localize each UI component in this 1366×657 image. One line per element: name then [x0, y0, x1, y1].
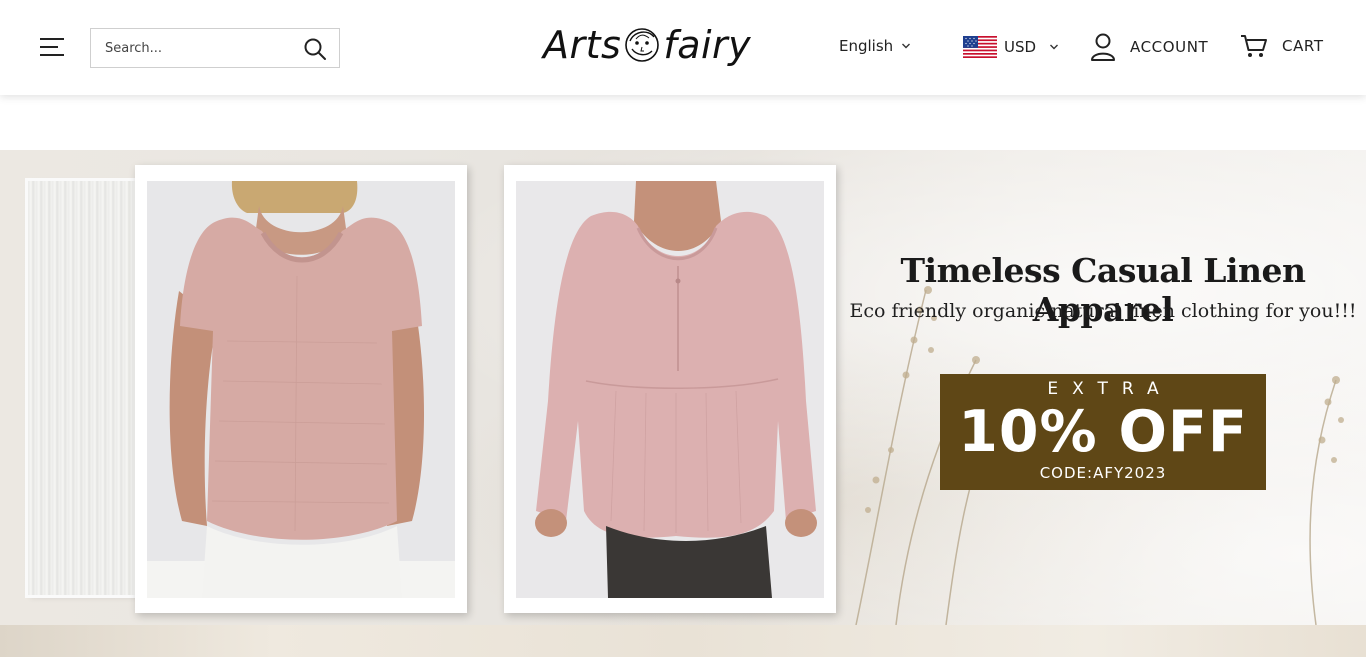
fairy-face-icon	[625, 28, 660, 62]
cart-icon	[1241, 35, 1267, 57]
product-image-short-sleeve-top[interactable]	[147, 181, 455, 598]
account-link[interactable]: ACCOUNT	[1090, 33, 1208, 61]
search-bar	[90, 28, 340, 68]
hero-banner[interactable]: Timeless Casual Linen Apparel Eco friend…	[0, 150, 1366, 625]
search-icon[interactable]	[303, 37, 327, 61]
user-icon	[1091, 33, 1115, 61]
account-label: ACCOUNT	[1130, 38, 1209, 56]
promo-discount: 10% OFF	[958, 399, 1248, 465]
currency-selector[interactable]: USD	[963, 36, 1059, 58]
hamburger-menu-icon[interactable]	[40, 38, 64, 58]
model-photo	[147, 181, 455, 598]
product-photo-frame	[504, 165, 836, 613]
site-header: Arts fairy English	[0, 0, 1366, 95]
product-photo-frame	[135, 165, 467, 613]
language-selector[interactable]: English	[839, 37, 911, 55]
cart-link[interactable]: CART	[1240, 33, 1324, 59]
product-image-long-sleeve-blouse[interactable]	[516, 181, 824, 598]
cart-label: CART	[1282, 37, 1324, 55]
search-input[interactable]	[91, 29, 296, 67]
chevron-down-icon	[902, 43, 911, 49]
linen-fabric-frame	[28, 181, 148, 595]
chevron-down-icon	[1050, 44, 1059, 50]
next-banner-strip	[0, 625, 1366, 657]
model-photo	[516, 181, 824, 598]
logo-text-left: Arts	[543, 23, 622, 67]
hero-subtitle: Eco friendly organic natural linen cloth…	[849, 300, 1357, 322]
us-flag-icon	[963, 36, 997, 58]
promo-extra-label: EXTRA	[1047, 379, 1173, 399]
logo-text-right: fairy	[663, 23, 752, 67]
promo-badge[interactable]: EXTRA 10% OFF CODE:AFY2023	[940, 374, 1266, 490]
site-logo[interactable]: Arts fairy	[543, 20, 753, 70]
currency-label: USD	[1004, 38, 1037, 56]
language-label: English	[839, 37, 894, 55]
promo-code: CODE:AFY2023	[1039, 464, 1167, 482]
